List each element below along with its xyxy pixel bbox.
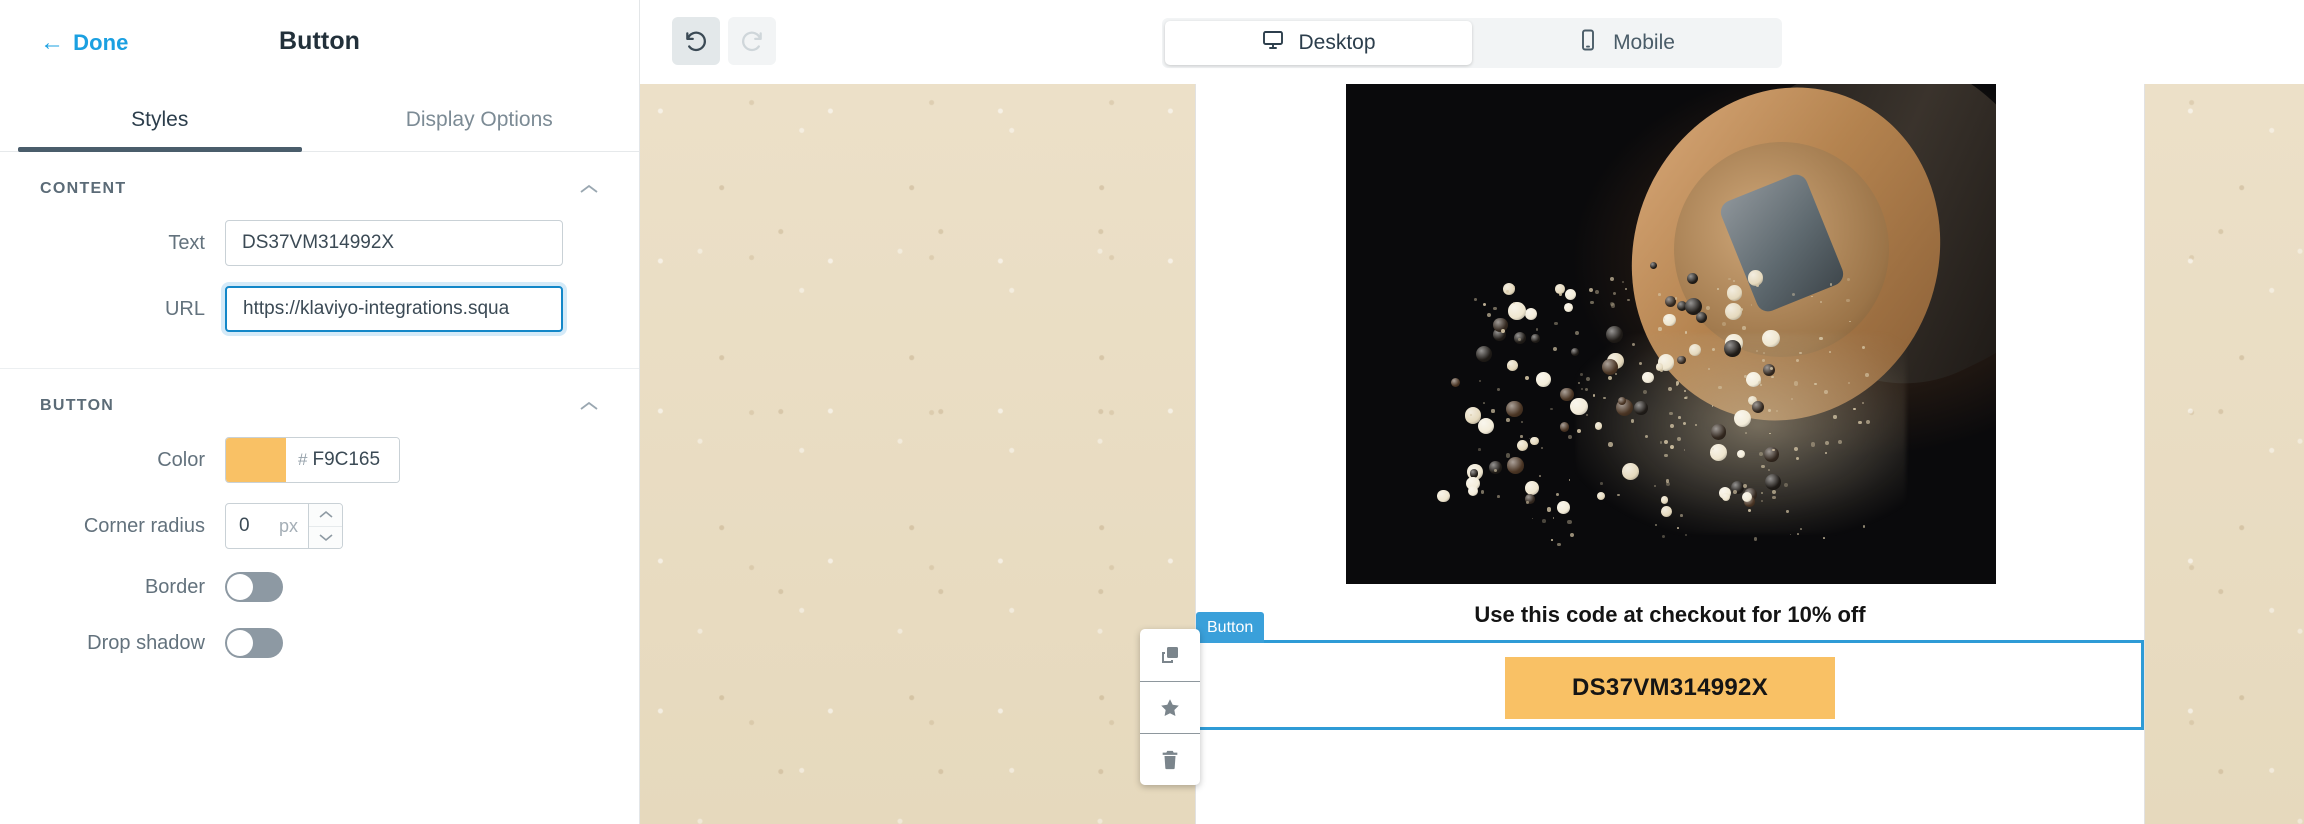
device-tab-desktop-label: Desktop bbox=[1298, 31, 1376, 54]
history-buttons bbox=[672, 17, 776, 65]
toggle-knob bbox=[227, 630, 253, 656]
email-editor: ← Done Button Styles Display Options CON… bbox=[0, 0, 2304, 824]
cta-button-label: DS37VM314992X bbox=[1571, 674, 1769, 701]
promo-caption: Use this code at checkout for 10% off bbox=[1474, 602, 1866, 627]
cta-button[interactable]: DS37VM314992X bbox=[1505, 657, 1835, 719]
section-button-header[interactable]: BUTTON bbox=[0, 369, 639, 427]
color-picker[interactable]: # F9C165 bbox=[225, 437, 400, 483]
field-corner-radius: Corner radius 0 px bbox=[0, 493, 639, 559]
desktop-icon bbox=[1261, 28, 1285, 58]
corner-radius-value[interactable]: 0 bbox=[239, 515, 250, 537]
section-button: BUTTON Color # F9C165 Corner radius 0 px… bbox=[0, 368, 639, 671]
url-input[interactable] bbox=[225, 286, 563, 332]
field-color-label: Color bbox=[157, 448, 205, 471]
hero-image[interactable] bbox=[1346, 84, 1996, 584]
field-color: Color # F9C165 bbox=[0, 427, 639, 493]
chevron-up-icon[interactable] bbox=[579, 183, 599, 195]
color-hex-value: F9C165 bbox=[312, 449, 381, 470]
redo-button[interactable] bbox=[728, 17, 776, 65]
page-title: Button bbox=[278, 27, 361, 55]
block-tools-toolbar bbox=[1140, 629, 1200, 785]
chevron-down-icon[interactable] bbox=[309, 525, 342, 549]
field-drop-shadow: Drop shadow bbox=[0, 615, 639, 671]
text-input[interactable] bbox=[225, 220, 563, 266]
device-tab-mobile-label: Mobile bbox=[1613, 31, 1675, 54]
email-stage: Use this code at checkout for 10% off Bu… bbox=[640, 84, 2304, 824]
hash-symbol: # bbox=[298, 450, 308, 469]
tab-display-options-label: Display Options bbox=[405, 107, 553, 131]
tab-styles-label: Styles bbox=[131, 107, 189, 131]
section-content: CONTENT Text URL bbox=[0, 152, 639, 368]
tab-styles[interactable]: Styles bbox=[0, 88, 320, 152]
tab-display-options[interactable]: Display Options bbox=[320, 88, 640, 151]
stepper-spinners bbox=[308, 504, 342, 548]
section-button-title: BUTTON bbox=[40, 397, 115, 414]
save-block-icon[interactable] bbox=[1140, 681, 1200, 733]
chevron-up-icon[interactable] bbox=[309, 504, 342, 526]
sidebar-header: ← Done Button bbox=[0, 0, 639, 88]
styles-sidebar: ← Done Button Styles Display Options CON… bbox=[0, 0, 640, 824]
block-type-badge: Button bbox=[1196, 612, 1265, 643]
device-toggle: Desktop Mobile bbox=[1162, 18, 1782, 68]
corner-radius-unit: px bbox=[278, 515, 298, 536]
field-url-label: URL bbox=[164, 297, 205, 320]
undo-button[interactable] bbox=[672, 17, 720, 65]
peppercorns-graphic bbox=[1346, 84, 1996, 584]
mobile-icon bbox=[1576, 28, 1600, 58]
color-swatch[interactable] bbox=[226, 438, 286, 482]
email-body: Use this code at checkout for 10% off Bu… bbox=[1195, 84, 2145, 824]
color-value: # F9C165 bbox=[286, 438, 399, 482]
section-content-title: CONTENT bbox=[40, 180, 127, 197]
editor-toolbar: Desktop Mobile bbox=[640, 0, 2304, 84]
preview-canvas: Desktop Mobile Use this code at checkout… bbox=[640, 0, 2304, 824]
device-tab-mobile[interactable]: Mobile bbox=[1472, 21, 1779, 65]
sidebar-tabs: Styles Display Options bbox=[0, 88, 639, 152]
delete-block-icon[interactable] bbox=[1140, 733, 1200, 785]
selected-button-block[interactable]: Button DS37VM314992X bbox=[1196, 612, 2144, 730]
field-text-label: Text bbox=[168, 231, 205, 254]
field-corner-radius-label: Corner radius bbox=[83, 514, 205, 537]
section-content-header[interactable]: CONTENT bbox=[0, 152, 639, 210]
corner-radius-stepper[interactable]: 0 px bbox=[225, 503, 343, 549]
field-drop-shadow-label: Drop shadow bbox=[87, 631, 205, 654]
drop-shadow-toggle[interactable] bbox=[225, 628, 283, 658]
field-url: URL bbox=[0, 276, 639, 342]
border-toggle[interactable] bbox=[225, 572, 283, 602]
chevron-up-icon[interactable] bbox=[579, 400, 599, 412]
toggle-knob bbox=[227, 574, 253, 600]
field-border: Border bbox=[0, 559, 639, 615]
field-text: Text bbox=[0, 210, 639, 276]
duplicate-block-icon[interactable] bbox=[1140, 629, 1200, 681]
field-border-label: Border bbox=[144, 575, 205, 598]
device-tab-desktop[interactable]: Desktop bbox=[1165, 21, 1472, 65]
